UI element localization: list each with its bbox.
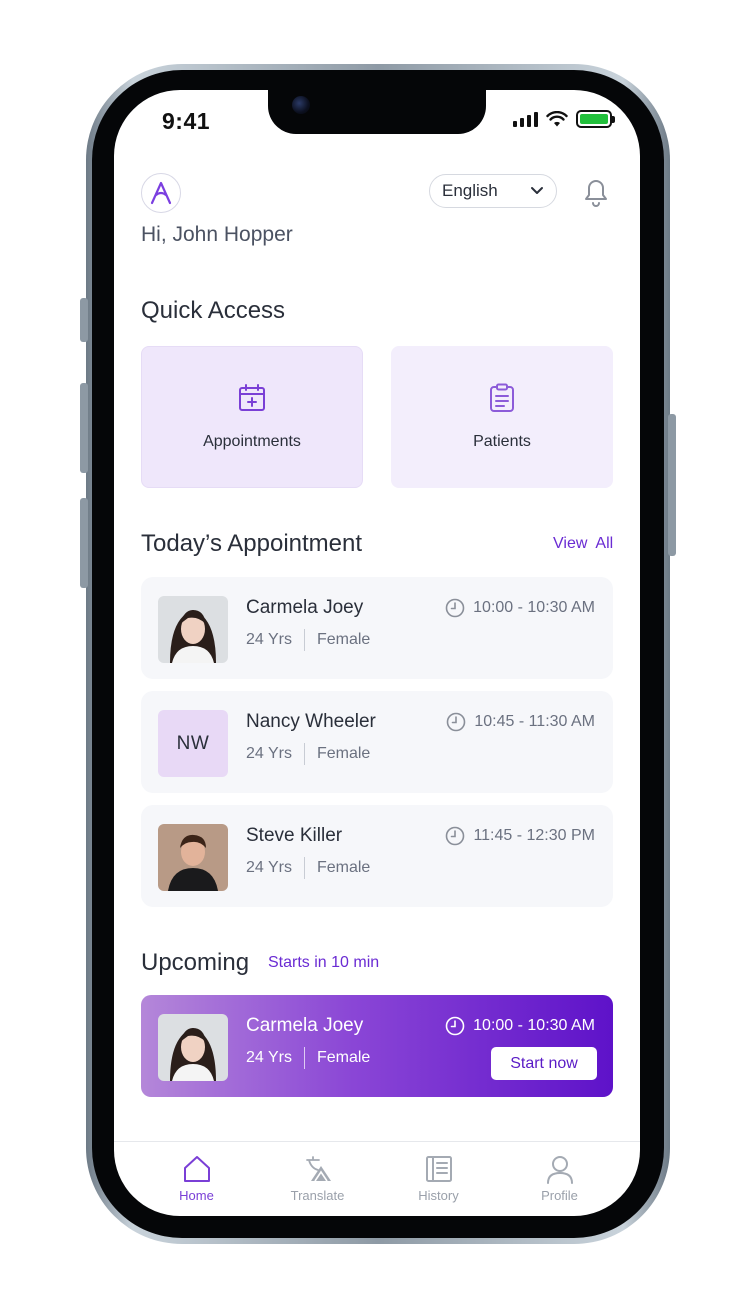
nav-item-profile[interactable]: Profile [499,1154,620,1208]
patient-gender: Female [316,745,371,762]
divider [303,857,305,879]
status-time: 9:41 [162,108,211,134]
app-logo-icon [141,173,181,213]
divider [303,1047,305,1069]
bottom-nav: Home Translate History Profile [114,1154,640,1208]
patient-age: 24 Yrs [246,745,292,762]
patient-meta: 24 Yrs Female [246,857,370,879]
nav-item-home[interactable]: Home [136,1154,257,1208]
notch [268,90,486,134]
cellular-signal-icon [513,111,538,127]
upcoming-title: Upcoming [141,949,250,976]
appointment-card[interactable]: Steve Killer 24 Yrs Female 11:45 - 12:30… [141,805,613,907]
profile-icon [546,1156,573,1184]
appointments-label: Appointments [203,433,301,450]
status-icons [513,110,615,128]
volume-down-button [80,498,88,588]
appointment-time: 10:45 - 11:30 AM [446,712,595,732]
appointment-time: 10:00 - 10:30 AM [445,1016,595,1036]
patient-age: 24 Yrs [246,1049,292,1066]
nav-label: Profile [541,1188,578,1203]
patient-age: 24 Yrs [246,859,292,876]
quick-access-patients[interactable]: Patients [391,346,613,488]
patient-gender: Female [316,1049,371,1066]
patient-gender: Female [316,631,371,648]
time-range: 10:45 - 11:30 AM [474,713,595,730]
nav-item-translate[interactable]: Translate [257,1154,378,1208]
time-range: 11:45 - 12:30 PM [473,827,595,844]
greeting-text: Hi, John Hopper [141,223,293,246]
patient-name: Steve Killer [246,825,343,846]
upcoming-appointment-card[interactable]: Carmela Joey 24 Yrs Female 10:00 - 10:30… [141,995,613,1097]
power-button [668,414,676,556]
avatar-initials: NW [158,710,228,777]
chevron-down-icon [531,187,543,194]
clock-icon [446,826,465,846]
divider [303,743,305,765]
history-icon [425,1156,452,1182]
quick-access-title: Quick Access [141,297,286,324]
nav-divider [114,1141,640,1142]
clipboard-icon [490,383,514,412]
appointment-card[interactable]: NW Nancy Wheeler 24 Yrs Female 10:45 - 1… [141,691,613,793]
todays-appointment-title: Today’s Appointment [141,530,363,557]
appointment-card[interactable]: Carmela Joey 24 Yrs Female 10:00 - 10:30… [141,577,613,679]
clock-icon [445,1016,465,1036]
appointment-time: 11:45 - 12:30 PM [445,826,595,846]
time-range: 10:00 - 10:30 AM [473,1017,595,1034]
language-select-value: English [442,181,498,200]
camera-icon [292,96,310,114]
nav-label: History [418,1188,459,1203]
avatar [158,824,228,891]
patient-meta: 24 Yrs Female [246,1047,370,1069]
clock-icon [447,712,466,732]
patient-name: Carmela Joey [246,597,364,618]
quick-access-appointments[interactable]: Appointments [141,346,363,488]
translate-icon [305,1156,331,1182]
wifi-icon [546,110,568,126]
patient-name: Nancy Wheeler [246,711,376,732]
nav-label: Home [179,1188,214,1203]
time-range: 10:00 - 10:30 AM [473,599,595,616]
patient-meta: 24 Yrs Female [246,629,370,651]
appointment-time: 10:00 - 10:30 AM [445,598,595,618]
clock-icon [445,598,465,618]
battery-icon [576,110,615,128]
home-icon [183,1156,210,1182]
app-screen: 9:41 Hi, John Hopper English Quick Acces… [114,90,640,1216]
language-select[interactable]: English [429,174,557,208]
avatar [158,1014,228,1081]
upcoming-starts-in: Starts in 10 min [268,954,380,971]
volume-up-button [80,383,88,473]
patient-gender: Female [316,859,371,876]
mute-switch [80,298,88,342]
patient-age: 24 Yrs [246,631,292,648]
patient-name: Carmela Joey [246,1015,364,1036]
patient-meta: 24 Yrs Female [246,743,370,765]
view-all-link[interactable]: View All [553,535,613,553]
bell-icon[interactable] [580,174,612,208]
calendar-plus-icon [239,384,265,411]
patients-label: Patients [473,433,531,450]
start-now-button[interactable]: Start now [491,1047,597,1080]
avatar [158,596,228,663]
divider [303,629,305,651]
nav-label: Translate [290,1188,345,1203]
nav-item-history[interactable]: History [378,1154,499,1208]
